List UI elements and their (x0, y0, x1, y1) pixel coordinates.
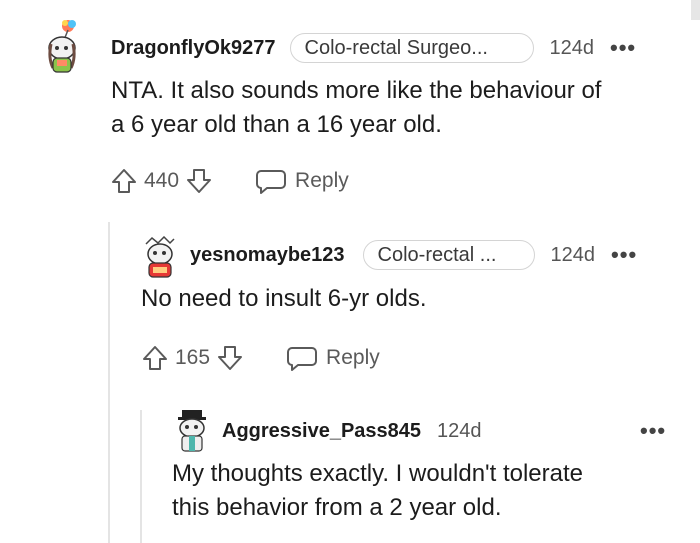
comment: Aggressive_Pass845 124d ••• My thoughts … (0, 400, 700, 543)
avatar-image (178, 410, 206, 452)
comment-body: NTA. It also sounds more like the behavi… (111, 74, 691, 142)
arrow-down-icon[interactable] (185, 167, 213, 195)
speech-bubble-icon (286, 344, 318, 372)
user-avatar[interactable] (172, 410, 212, 454)
user-flair: Colo-rectal ... (362, 240, 535, 270)
comment-header: DragonflyOk9277 Colo-rectal Surgeo... 12… (111, 31, 636, 65)
comment: yesnomaybe123 Colo-rectal ... 124d ••• N… (0, 220, 700, 400)
arrow-down-icon[interactable] (216, 344, 244, 372)
reply-button[interactable]: Reply (286, 344, 380, 372)
comment-body: No need to insult 6-yr olds. (141, 282, 681, 316)
user-flair: Colo-rectal Surgeo... (289, 33, 534, 63)
vote-count: 165 (175, 346, 211, 369)
comment-header: yesnomaybe123 Colo-rectal ... 124d ••• (190, 238, 637, 272)
speech-bubble-icon (255, 167, 287, 195)
username[interactable]: yesnomaybe123 (190, 244, 345, 267)
comment-text-line: NTA. It also sounds more like the behavi… (111, 77, 602, 104)
timestamp[interactable]: 124d (550, 37, 595, 60)
arrow-up-icon[interactable] (141, 344, 169, 372)
comment: DragonflyOk9277 Colo-rectal Surgeo... 12… (0, 0, 700, 220)
user-avatar[interactable] (38, 20, 88, 73)
timestamp[interactable]: 124d (437, 420, 482, 443)
username[interactable]: Aggressive_Pass845 (222, 420, 421, 443)
comment-actions: 165 Reply (141, 340, 380, 376)
avatar-image (145, 235, 175, 278)
comment-header: Aggressive_Pass845 124d (222, 414, 482, 448)
more-options-icon[interactable]: ••• (611, 242, 637, 268)
more-options-icon[interactable]: ••• (640, 418, 666, 444)
comment-body: My thoughts exactly. I wouldn't tolerate… (172, 457, 692, 525)
comment-text-line: this behavior from a 2 year old. (172, 494, 502, 521)
comment-text-line: No need to insult 6-yr olds. (141, 285, 427, 312)
reply-label: Reply (295, 169, 349, 192)
avatar-image (48, 20, 76, 73)
vote-count: 440 (144, 169, 180, 192)
more-options-icon[interactable]: ••• (610, 35, 636, 61)
timestamp[interactable]: 124d (551, 244, 596, 267)
comment-text-line: My thoughts exactly. I wouldn't tolerate (172, 460, 584, 487)
username[interactable]: DragonflyOk9277 (111, 37, 276, 60)
user-avatar[interactable] (140, 235, 180, 278)
reply-button[interactable]: Reply (255, 167, 349, 195)
arrow-up-icon[interactable] (110, 167, 138, 195)
reply-label: Reply (326, 346, 380, 369)
comment-actions: 440 Reply (110, 163, 349, 199)
comment-text-line: a 6 year old than a 16 year old. (111, 111, 442, 138)
